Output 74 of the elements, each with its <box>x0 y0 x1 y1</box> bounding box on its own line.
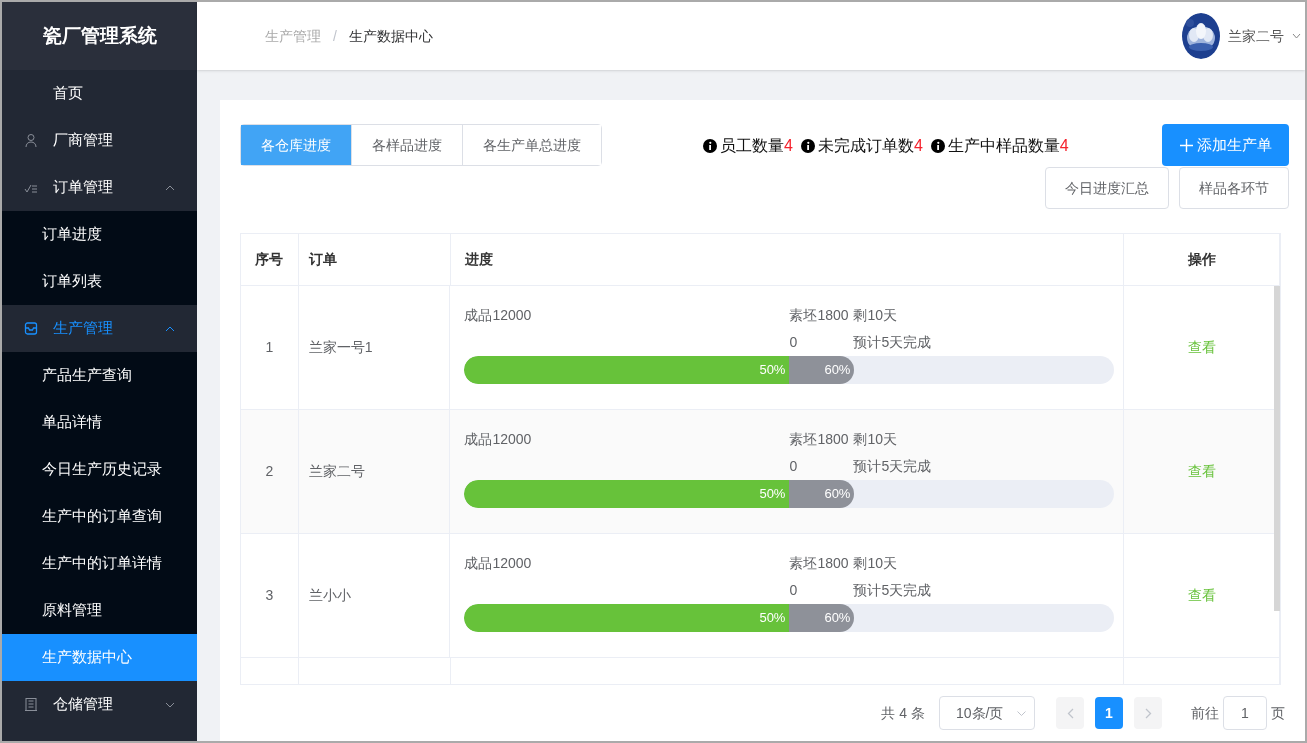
person-icon <box>24 133 38 148</box>
stat-label: 生产中样品数量 <box>947 136 1060 156</box>
action-button[interactable]: 今日进度汇总 <box>1045 167 1169 209</box>
table-cell-text: 兰家一号1 <box>308 338 373 357</box>
product-count: 成品12000 <box>464 430 533 449</box>
app-title: 瓷厂管理系统 <box>42 23 157 48</box>
done-progress-fill: 50% <box>464 356 790 384</box>
page-size-value: 10条/页 <box>956 703 1004 723</box>
chevron-down-icon <box>1017 710 1026 716</box>
info-icon <box>800 139 815 153</box>
sidebar-item[interactable]: 仓储管理 <box>53 693 113 716</box>
blank-progress-fill: 60% <box>789 604 855 632</box>
chevron-right-icon <box>1144 707 1152 719</box>
remaining-days: 剩10天 <box>853 302 932 329</box>
stat-count: 4 <box>784 136 793 156</box>
action-button[interactable]: 样品各环节 <box>1179 167 1289 209</box>
submenu-item[interactable]: 订单进度 <box>2 211 197 258</box>
blank-count: 素坯18000 <box>789 554 850 600</box>
blank-progress-fill: 60% <box>789 356 855 384</box>
stat-count: 4 <box>1059 136 1069 156</box>
column-header: 操作 <box>1187 250 1216 269</box>
remaining-days: 剩10天 <box>853 426 932 453</box>
column-header: 订单 <box>308 250 337 269</box>
blank-count: 素坯18000 <box>789 430 850 476</box>
next-page-button[interactable] <box>1134 697 1162 730</box>
breadcrumb-separator: / <box>333 26 337 46</box>
table-cell-text: 兰小小 <box>308 586 351 605</box>
building-icon <box>24 697 38 712</box>
page-size-select[interactable]: 10条/页 <box>939 696 1035 731</box>
table-cell-text: 2 <box>265 462 274 481</box>
stat-label: 员工数量 <box>720 136 784 156</box>
product-count: 成品12000 <box>464 554 533 573</box>
completion-estimate: 预计5天完成 <box>853 581 932 600</box>
stat-label: 未完成订单数 <box>817 136 914 156</box>
completion-estimate: 预计5天完成 <box>853 457 932 476</box>
submenu-item[interactable]: 生产中的订单查询 <box>2 493 197 540</box>
done-progress-fill: 50% <box>464 604 790 632</box>
previous-page-button[interactable] <box>1056 697 1084 730</box>
product-count: 成品12000 <box>464 306 533 325</box>
chevron-down-icon[interactable] <box>1292 33 1301 39</box>
page-input[interactable]: 1 <box>1223 696 1267 731</box>
page-suffix: 页 <box>1271 703 1285 723</box>
sidebar-item[interactable]: 订单管理 <box>53 176 113 199</box>
tab[interactable]: 各生产单总进度 <box>462 125 601 165</box>
stat-count: 4 <box>913 136 923 156</box>
remaining-days: 剩10天 <box>853 550 932 577</box>
inbox-icon <box>24 321 38 336</box>
user-name[interactable]: 兰家二号 <box>1228 25 1284 47</box>
goto-label: 前往 <box>1191 703 1219 723</box>
scrollbar[interactable] <box>1274 286 1280 611</box>
done-progress-fill: 50% <box>464 480 790 508</box>
blank-count: 素坯18000 <box>789 306 850 352</box>
sidebar-item[interactable]: 首页 <box>53 82 83 105</box>
table-cell-text: 兰家二号 <box>308 462 365 481</box>
blank-progress-fill: 60% <box>789 480 855 508</box>
total-count: 共 4 条 <box>881 703 925 723</box>
plus-icon <box>1179 138 1193 152</box>
table-cell-text: 1 <box>265 338 274 357</box>
submenu-item[interactable]: 今日生产历史记录 <box>2 446 197 493</box>
column-header: 进度 <box>464 250 493 269</box>
submenu-item[interactable]: 生产中的订单详情 <box>2 540 197 587</box>
sidebar-item[interactable]: 厂商管理 <box>53 129 113 152</box>
submenu-item[interactable]: 产品生产查询 <box>2 352 197 399</box>
submenu-item[interactable]: 原料管理 <box>2 587 197 634</box>
table-cell-text: 3 <box>265 586 274 605</box>
chevron-left-icon <box>1066 707 1074 719</box>
info-icon <box>930 139 945 153</box>
submenu-item[interactable]: 单品详情 <box>2 399 197 446</box>
info-icon <box>703 139 717 153</box>
column-header: 序号 <box>255 250 284 269</box>
completion-estimate: 预计5天完成 <box>853 333 932 352</box>
submenu-item[interactable]: 订单列表 <box>2 258 197 305</box>
sidebar-item[interactable]: 生产管理 <box>53 317 113 340</box>
breadcrumb-item: 生产数据中心 <box>348 26 433 46</box>
